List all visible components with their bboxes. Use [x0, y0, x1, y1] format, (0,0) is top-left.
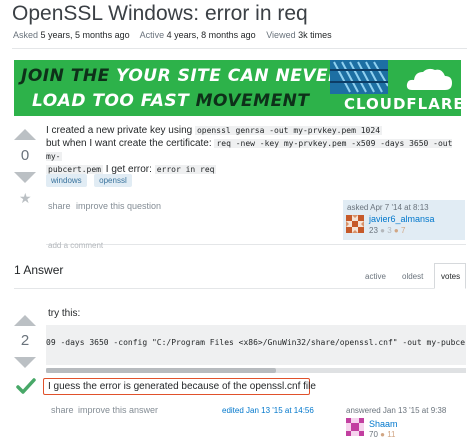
answer-upvote-arrow-icon[interactable] [14, 315, 36, 326]
question-owner-card: asked Apr 7 '14 at 8:13 javier6_almansa … [343, 200, 465, 240]
banner-line-2: LOAD TOO FAST MOVEMENT [32, 91, 310, 111]
answer-date: answered Jan 13 '15 at 9:38 [346, 406, 447, 415]
answer-code-block: 09 -days 3650 -config "C:/Program Files … [46, 325, 466, 365]
answerer-name[interactable]: Shaam [369, 419, 398, 429]
question-text-1: I created a new private key using [46, 125, 193, 136]
answers-count: 1 Answer [14, 263, 64, 277]
active-value[interactable]: 4 years, 8 months ago [167, 30, 256, 40]
banner-text-movement: MOVEMENT [195, 91, 310, 111]
answer-improve-link[interactable]: improve this answer [78, 405, 158, 415]
asked-label: Asked [13, 30, 39, 40]
answerer-rep: 70 ● 11 [369, 430, 396, 438]
answer-vote-count: 2 [20, 332, 30, 349]
tab-votes-container[interactable]: votes [434, 263, 466, 289]
question-share-link[interactable]: share [48, 201, 71, 211]
bronze-badge-count: ● 7 [393, 226, 406, 235]
silver-badge-count: ● 3 [380, 226, 392, 235]
page-title[interactable]: OpenSSL Windows: error in req [12, 2, 308, 26]
question-vote-count: 0 [20, 147, 30, 164]
answer-note: I guess the error is generated because o… [48, 381, 316, 392]
title-divider [12, 48, 467, 49]
tab-oldest[interactable]: oldest [402, 272, 423, 281]
tag-windows[interactable]: windows [46, 174, 87, 187]
answerer-bronze-badges: ● 11 [380, 430, 396, 438]
banner-line-1: JOIN THE YOUR SITE CAN NEVER [21, 66, 342, 86]
banner-text-load: LOAD TOO FAST [32, 91, 190, 111]
answer-intro: try this: [48, 308, 81, 319]
tag-list: windows openssl [46, 170, 132, 188]
viewed-label: Viewed [266, 30, 296, 40]
downvote-arrow-icon[interactable] [14, 172, 36, 183]
question-code-1: openssl genrsa -out my-prvkey.pem 1024 [194, 126, 383, 135]
asked-value: 5 years, 5 months ago [40, 30, 130, 40]
question-asked-date: asked Apr 7 '14 at 8:13 [347, 203, 429, 212]
cloudflare-banner[interactable]: JOIN THE YOUR SITE CAN NEVER LOAD TOO FA… [14, 60, 461, 116]
upvote-arrow-icon[interactable] [14, 129, 36, 140]
question-owner-name[interactable]: javier6_almansa [369, 214, 435, 224]
code-scrollbar-thumb[interactable] [46, 368, 276, 373]
tab-active[interactable]: active [365, 272, 386, 281]
active-label: Active [139, 30, 165, 40]
accepted-checkmark-icon [16, 378, 36, 394]
answerer-avatar-icon[interactable] [346, 418, 364, 436]
viewed-value: 3k times [298, 30, 332, 40]
banner-text-join: JOIN THE [21, 66, 110, 86]
reputation-score: 23 [369, 226, 378, 235]
identicon-icon [346, 215, 364, 233]
question-body: I created a new private key using openss… [46, 124, 466, 176]
question-owner-rep: 23 ● 3 ● 7 [369, 226, 405, 235]
question-text-2: but when I want create the certificate: [46, 138, 212, 149]
tab-votes[interactable]: votes [441, 272, 460, 281]
answer-edited-link[interactable]: edited Jan 13 '15 at 14:56 [222, 406, 314, 415]
answer-share-link[interactable]: share [51, 405, 74, 415]
favorite-star-icon[interactable]: ★ [19, 190, 32, 207]
tag-openssl[interactable]: openssl [94, 174, 132, 187]
cloudflare-logo-icon [406, 68, 452, 90]
banner-brand: CLOUDFLARE [344, 95, 461, 113]
code-scrollbar[interactable] [46, 368, 466, 373]
answer-downvote-arrow-icon[interactable] [14, 357, 36, 368]
answerer-reputation: 70 [369, 430, 378, 438]
banner-text-site: YOUR SITE CAN NEVER [116, 66, 342, 86]
highlighted-note: I guess the error is generated because o… [43, 378, 316, 395]
answers-tabs-divider [14, 288, 465, 289]
add-comment-link[interactable]: add a comment [48, 241, 103, 250]
question-meta: Asked 5 years, 5 months ago Active 4 yea… [13, 30, 340, 40]
avatar[interactable] [346, 215, 364, 238]
cables-icon [330, 60, 388, 94]
comment-divider [46, 244, 466, 245]
answer-code: 09 -days 3650 -config "C:/Program Files … [46, 338, 466, 347]
question-code-4: error in req [154, 165, 217, 174]
question-improve-link[interactable]: improve this question [76, 201, 161, 211]
